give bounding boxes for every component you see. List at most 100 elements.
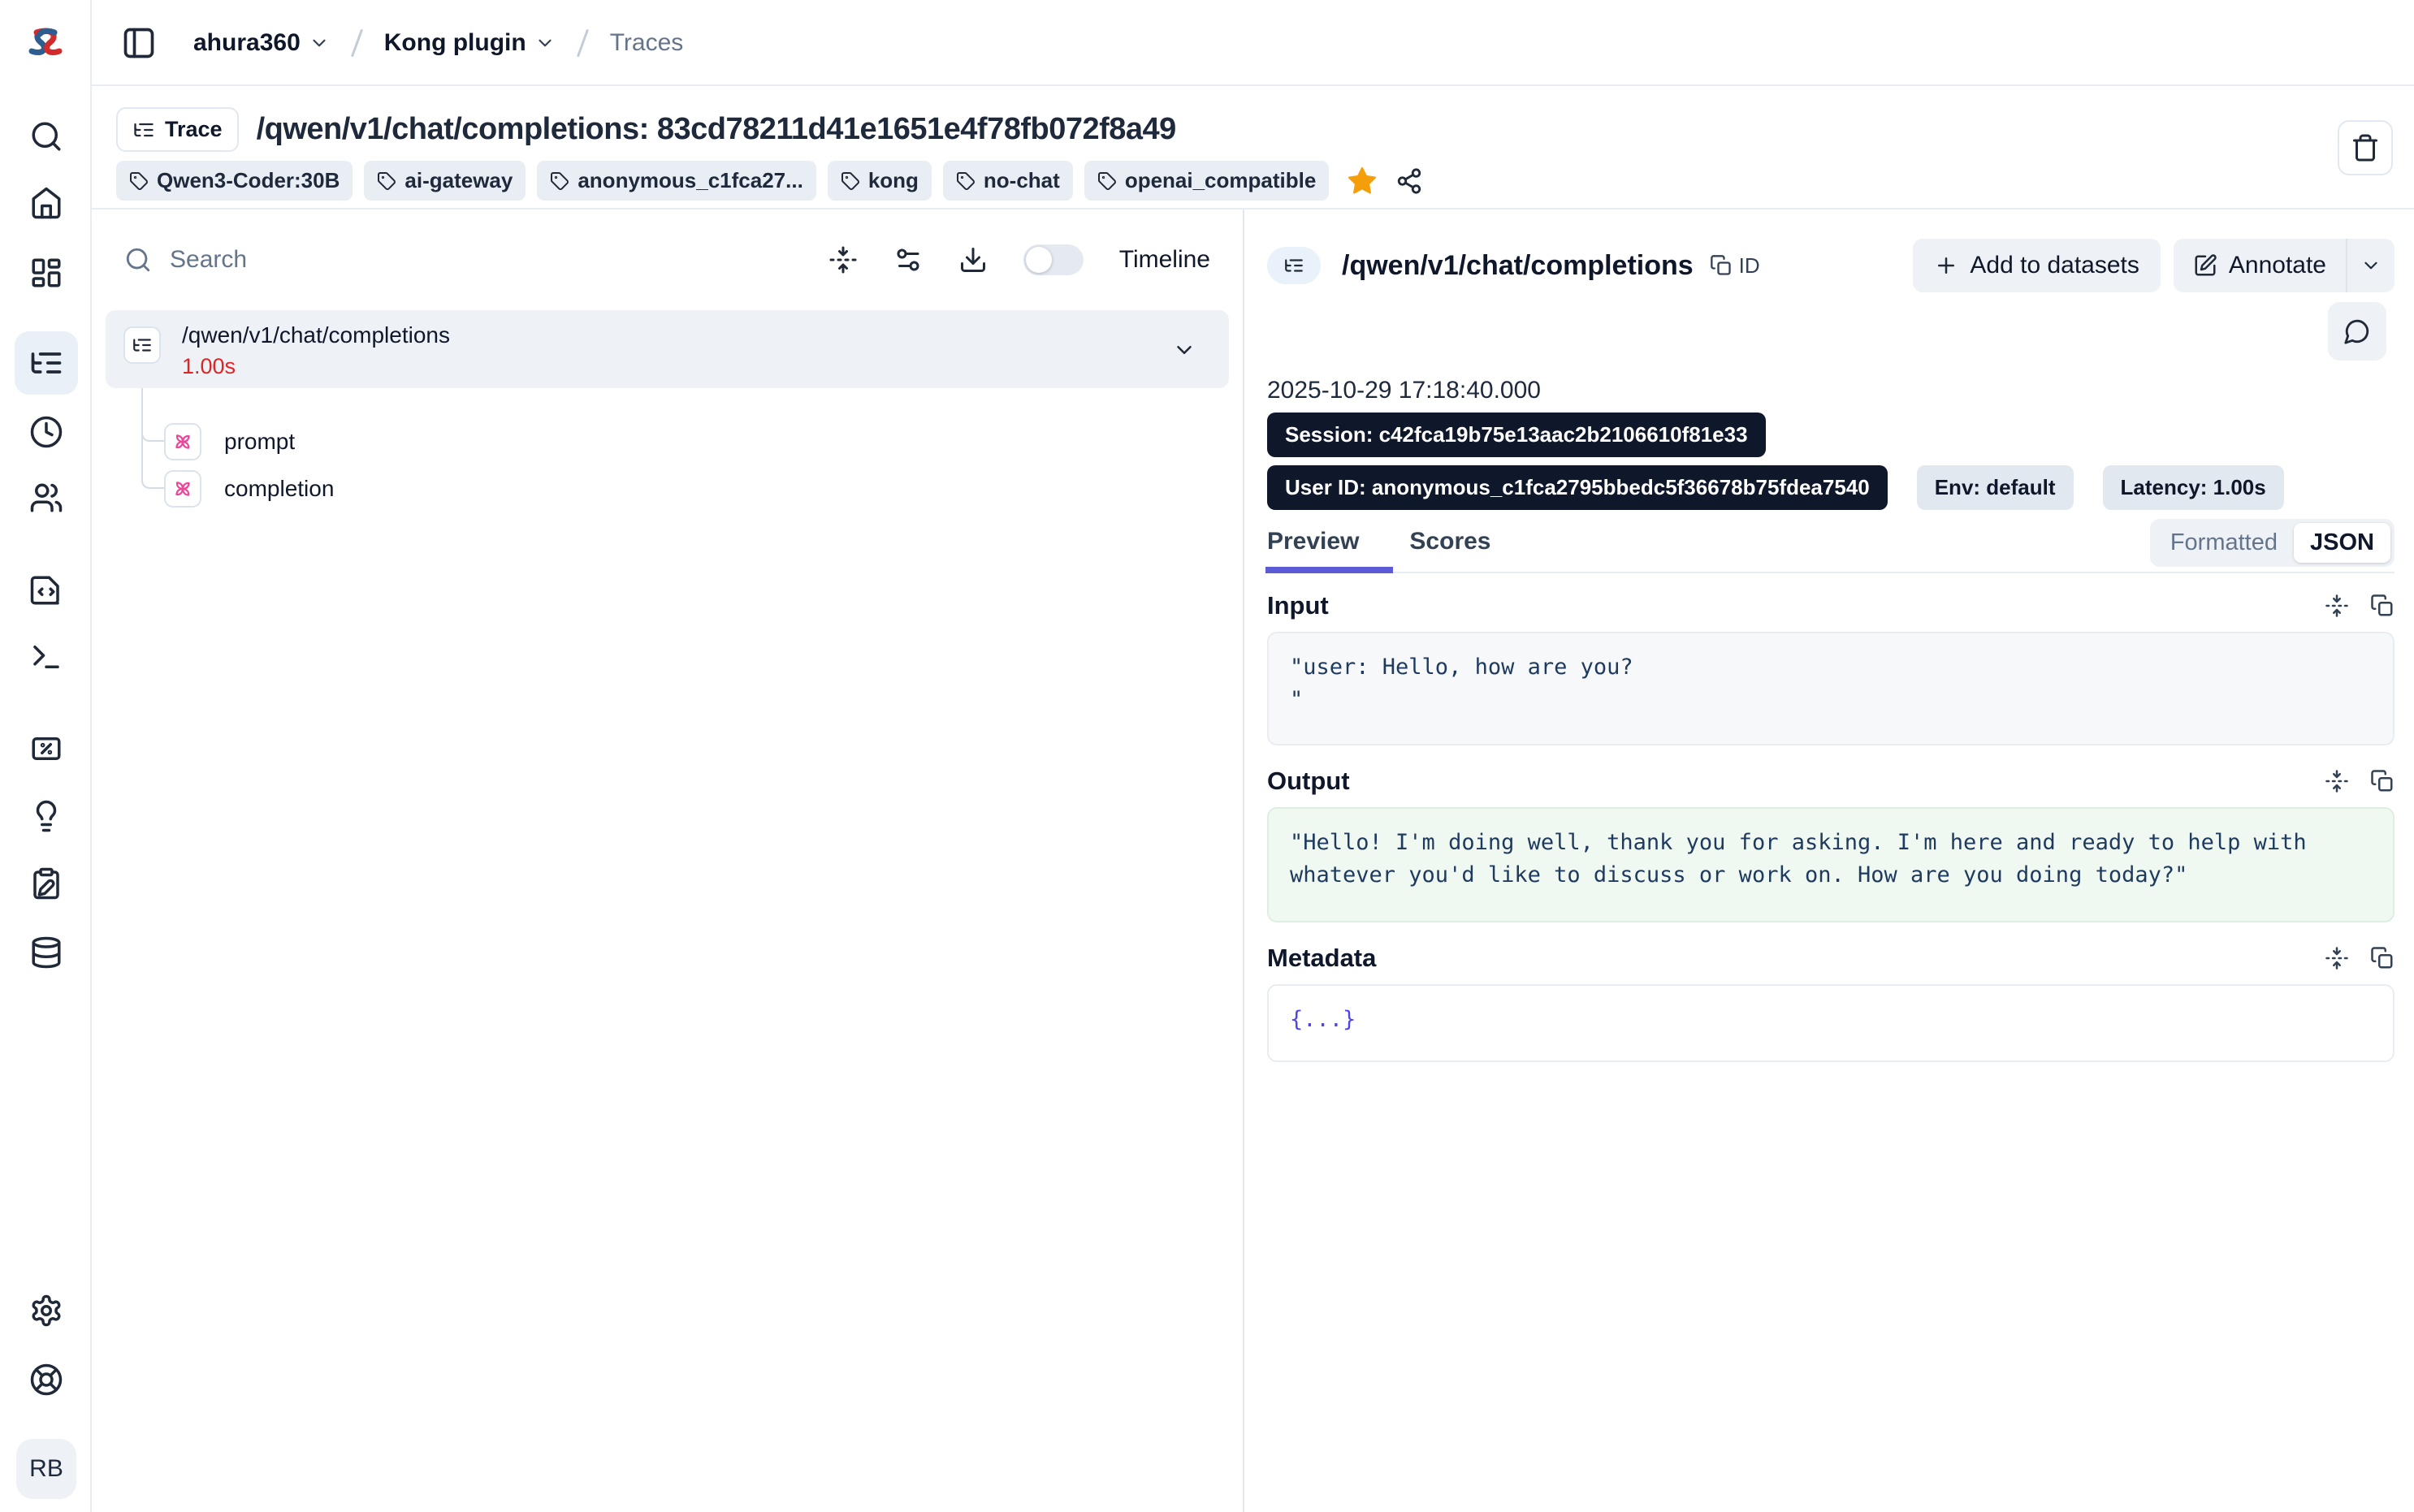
sidebar-item-datasets[interactable] [23,929,70,976]
chevron-down-icon [309,32,330,54]
side-rail: RB [0,0,92,1512]
star-icon [1347,166,1378,197]
sidebar-item-support[interactable] [23,1356,70,1403]
trace-type-chip [1267,247,1321,284]
tag-label: no-chat [984,168,1060,193]
collapse-section-button[interactable] [2325,594,2349,618]
tab-scores[interactable]: Scores [1409,528,1495,572]
trace-detail-panel: /qwen/v1/chat/completions ID Add to data… [1244,210,2414,1512]
delete-trace-button[interactable] [2338,120,2393,175]
tag-chip[interactable]: Qwen3-Coder:30B [116,161,353,201]
chevron-down-icon [534,32,556,54]
download-button[interactable] [958,245,988,274]
tag-chip[interactable]: anonymous_c1fca27... [537,161,815,201]
tree-child-label: completion [224,476,334,502]
breadcrumb-section[interactable]: Traces [610,29,684,57]
sidebar-item-search[interactable] [23,113,70,160]
comments-button[interactable] [2328,302,2386,361]
tag-icon [377,171,396,191]
trace-node-icon [123,326,161,364]
sidebar-item-dashboards[interactable] [23,249,70,296]
chevron-down-icon[interactable] [1172,338,1196,362]
sidebar-item-playground[interactable] [23,633,70,680]
user-id-badge[interactable]: User ID: anonymous_c1fca2795bbedc5f36678… [1267,465,1888,510]
sidebar-toggle-button[interactable] [120,24,158,62]
trace-badge-label: Trace [165,117,223,142]
tab-preview[interactable]: Preview [1267,528,1364,572]
trash-icon [2351,133,2380,162]
copy-icon[interactable] [2370,594,2395,618]
format-option-json[interactable]: JSON [2294,523,2390,563]
tree-search[interactable]: Search [124,246,828,274]
annotate-button[interactable]: Annotate [2174,239,2346,292]
tree-node-completion[interactable]: completion [164,466,334,512]
tag-chip[interactable]: no-chat [943,161,1073,201]
user-avatar[interactable]: RB [16,1439,76,1499]
share-button[interactable] [1395,167,1423,195]
workspace-name: ahura360 [193,29,301,57]
sidebar-item-sessions[interactable] [23,408,70,456]
trace-tags-row: Qwen3-Coder:30B ai-gateway anonymous_c1f… [116,161,1423,201]
tag-icon [1097,171,1117,191]
life-buoy-icon [29,1363,63,1397]
copy-icon[interactable] [2370,769,2395,793]
latency-badge: Latency: 1.00s [2103,465,2284,510]
breadcrumb: ahura360 Kong plugin Traces [193,0,683,86]
tag-chip[interactable]: openai_compatible [1084,161,1330,201]
sidebar-item-home[interactable] [23,179,70,227]
annotate-label: Annotate [2229,252,2326,279]
output-section-title: Output [1267,767,1350,796]
share-icon [1395,167,1423,195]
sidebar-item-evaluations[interactable] [23,725,70,772]
format-option-formatted[interactable]: Formatted [2154,523,2294,563]
sidebar-item-insights[interactable] [23,793,70,840]
copy-icon[interactable] [2370,946,2395,970]
collapse-all-button[interactable] [828,245,858,274]
sidebar-item-tracing[interactable] [23,339,70,387]
database-icon [29,935,63,970]
sidebar-item-settings[interactable] [23,1287,70,1334]
collapse-section-button[interactable] [2325,946,2349,970]
tag-chip[interactable]: ai-gateway [364,161,526,201]
tracing-icon [28,345,64,381]
list-tree-icon [132,119,155,141]
collapse-section-button[interactable] [2325,769,2349,793]
toggle-knob [1026,247,1052,273]
sidebar-item-prompts[interactable] [23,567,70,614]
annotate-menu-button[interactable] [2347,239,2395,292]
bookmark-star-button[interactable] [1347,166,1378,197]
metadata-content[interactable]: {...} [1267,984,2395,1062]
search-icon [124,246,152,274]
session-badge[interactable]: Session: c42fca19b75e13aac2b2106610f81e3… [1267,413,1766,457]
detail-tabs: Preview Scores Formatted JSON [1267,523,2395,573]
add-to-datasets-button[interactable]: Add to datasets [1913,239,2160,292]
sidebar-item-annotations[interactable] [23,860,70,907]
copy-icon [1710,254,1733,277]
app-logo[interactable] [23,23,68,62]
trace-timestamp: 2025-10-29 17:18:40.000 [1267,377,2395,404]
breadcrumb-separator [351,29,363,58]
input-section-title: Input [1267,591,1329,620]
breadcrumb-project[interactable]: Kong plugin [384,29,556,57]
trace-tree-panel: Search Timeline /qwen/v1/chat/completion… [92,210,1244,1512]
tree-node-prompt[interactable]: prompt [164,419,295,464]
tree-root-node[interactable]: /qwen/v1/chat/completions 1.00s [106,310,1229,388]
knot-logo-icon [25,27,66,58]
breadcrumb-workspace[interactable]: ahura360 [193,29,330,57]
project-name: Kong plugin [384,29,526,57]
timeline-toggle[interactable] [1023,244,1084,275]
tree-root-label: /qwen/v1/chat/completions [182,322,450,349]
copy-id-button[interactable]: ID [1710,253,1760,279]
tag-chip[interactable]: kong [828,161,932,201]
tag-icon [129,171,149,191]
view-settings-button[interactable] [893,245,923,274]
tag-label: Qwen3-Coder:30B [157,168,340,193]
trace-tree: /qwen/v1/chat/completions 1.00s prompt [106,310,1229,388]
search-icon [29,119,63,153]
avatar-initials: RB [29,1455,63,1483]
trace-header: Trace /qwen/v1/chat/completions: 83cd782… [92,86,2414,210]
search-placeholder: Search [170,246,247,274]
sidebar-item-users[interactable] [23,474,70,521]
tag-label: openai_compatible [1125,168,1317,193]
tag-icon [841,171,860,191]
